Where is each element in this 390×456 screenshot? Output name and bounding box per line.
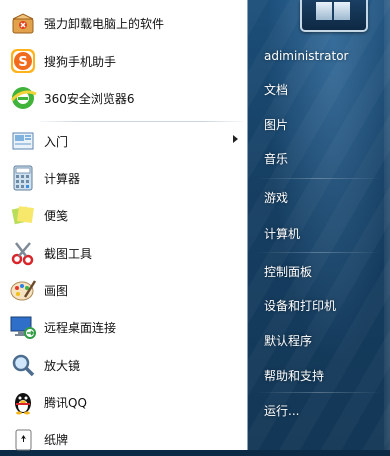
program-label: 远程桌面连接 xyxy=(44,320,117,335)
programs-pane: 强力卸载电脑上的软件 S 搜狗手机助手 360安全浏览器6 入门 计算器 便笺 … xyxy=(0,0,248,451)
program-item-sticky-notes[interactable]: 便笺 xyxy=(2,198,242,232)
user-account-picture[interactable] xyxy=(300,0,368,32)
separator xyxy=(256,252,382,253)
devices-printers-link[interactable]: 设备和打印机 xyxy=(264,296,336,316)
control-panel-link[interactable]: 控制面板 xyxy=(264,262,312,282)
program-item-remote-desktop[interactable]: 远程桌面连接 xyxy=(2,310,242,344)
program-label: 纸牌 xyxy=(44,432,69,447)
program-label: 搜狗手机助手 xyxy=(44,54,117,69)
program-label: 画图 xyxy=(44,283,69,298)
separator xyxy=(40,121,243,122)
program-item-calculator[interactable]: 计算器 xyxy=(2,161,242,195)
uninstall-box-icon xyxy=(6,8,40,38)
program-label: 强力卸载电脑上的软件 xyxy=(44,16,165,31)
help-support-link[interactable]: 帮助和支持 xyxy=(264,366,324,386)
program-label: 放大镜 xyxy=(44,358,81,373)
places-pane: adiministrator 文档 图片 音乐 游戏 计算机 控制面板 设备和打… xyxy=(248,0,390,450)
games-link[interactable]: 游戏 xyxy=(264,188,288,208)
separator xyxy=(256,392,382,393)
remote-desktop-icon xyxy=(6,312,40,342)
sogou-assistant-icon: S xyxy=(6,46,40,76)
program-label: 腾讯QQ xyxy=(44,395,87,410)
360-browser-icon xyxy=(6,83,40,113)
program-item-solitaire[interactable]: 纸牌 xyxy=(2,422,242,456)
program-label: 截图工具 xyxy=(44,246,93,261)
program-item-sogou-assistant[interactable]: S 搜狗手机助手 xyxy=(2,44,242,78)
program-item-paint[interactable]: 画图 xyxy=(2,273,242,307)
default-programs-link[interactable]: 默认程序 xyxy=(264,331,312,351)
program-item-getting-started[interactable]: 入门 xyxy=(2,124,242,158)
pane-edge xyxy=(384,0,390,450)
svg-text:S: S xyxy=(18,55,27,70)
magnifier-icon xyxy=(6,350,40,380)
program-label: 便笺 xyxy=(44,208,69,223)
calculator-icon xyxy=(6,163,40,193)
program-label: 入门 xyxy=(44,134,69,149)
pictures-link[interactable]: 图片 xyxy=(264,115,288,135)
program-label: 计算器 xyxy=(44,171,81,186)
program-item-360-browser[interactable]: 360安全浏览器6 xyxy=(2,81,242,115)
user-name-link[interactable]: adiministrator xyxy=(264,46,349,66)
qq-penguin-icon xyxy=(6,387,40,417)
program-item-uninstaller[interactable]: 强力卸载电脑上的软件 xyxy=(2,6,242,40)
window-picture-icon xyxy=(316,2,350,20)
getting-started-icon xyxy=(6,126,40,156)
computer-link[interactable]: 计算机 xyxy=(264,224,300,244)
sticky-notes-icon xyxy=(6,200,40,230)
program-item-snipping-tool[interactable]: 截图工具 xyxy=(2,236,242,270)
program-item-tencent-qq[interactable]: 腾讯QQ xyxy=(2,385,242,419)
submenu-arrow-icon xyxy=(233,135,238,143)
separator xyxy=(256,178,382,179)
snipping-tool-icon xyxy=(6,238,40,268)
run-link[interactable]: 运行... xyxy=(264,401,299,421)
documents-link[interactable]: 文档 xyxy=(264,80,288,100)
music-link[interactable]: 音乐 xyxy=(264,149,288,169)
paint-icon xyxy=(6,275,40,305)
program-item-magnifier[interactable]: 放大镜 xyxy=(2,348,242,382)
program-label: 360安全浏览器6 xyxy=(44,91,135,106)
